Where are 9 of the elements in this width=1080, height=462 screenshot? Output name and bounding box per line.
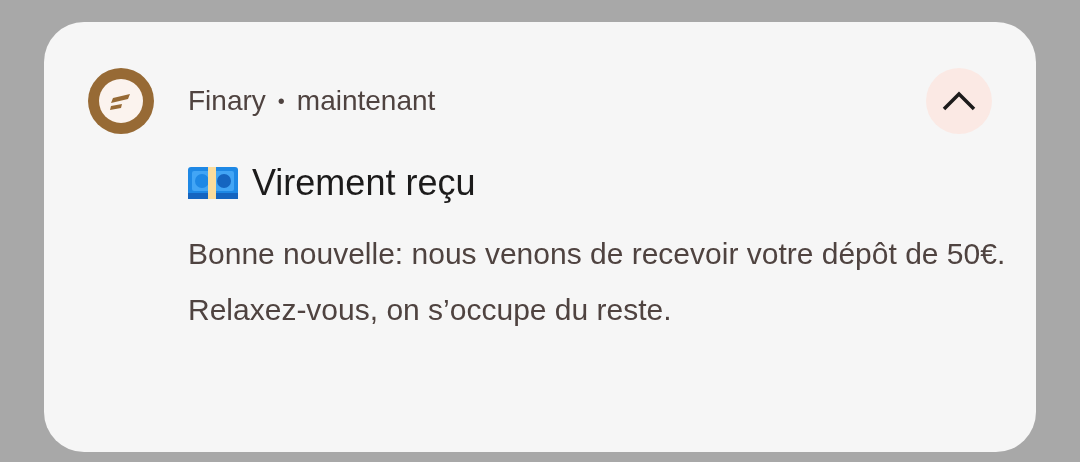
notification-title: Virement reçu [252,161,476,205]
app-name: Finary [188,84,266,118]
separator: • [277,89,285,114]
timestamp: maintenant [296,84,436,118]
notification-body: Bonne nouvelle: nous venons de recevoir votre dépôt de 50€. Relaxez-vous, on s’occupe du reste. [188,236,1007,328]
chevron-icon [942,91,976,111]
banknote-icon [188,167,238,199]
notification-card[interactable]: Finary • maintenant Virement reçu Bonne nouvelle: nous venons de recevoir votre dépôt de 50€. Relaxez-vous, on s’occupe du reste. [44,22,1036,452]
logo-icon [88,68,154,134]
